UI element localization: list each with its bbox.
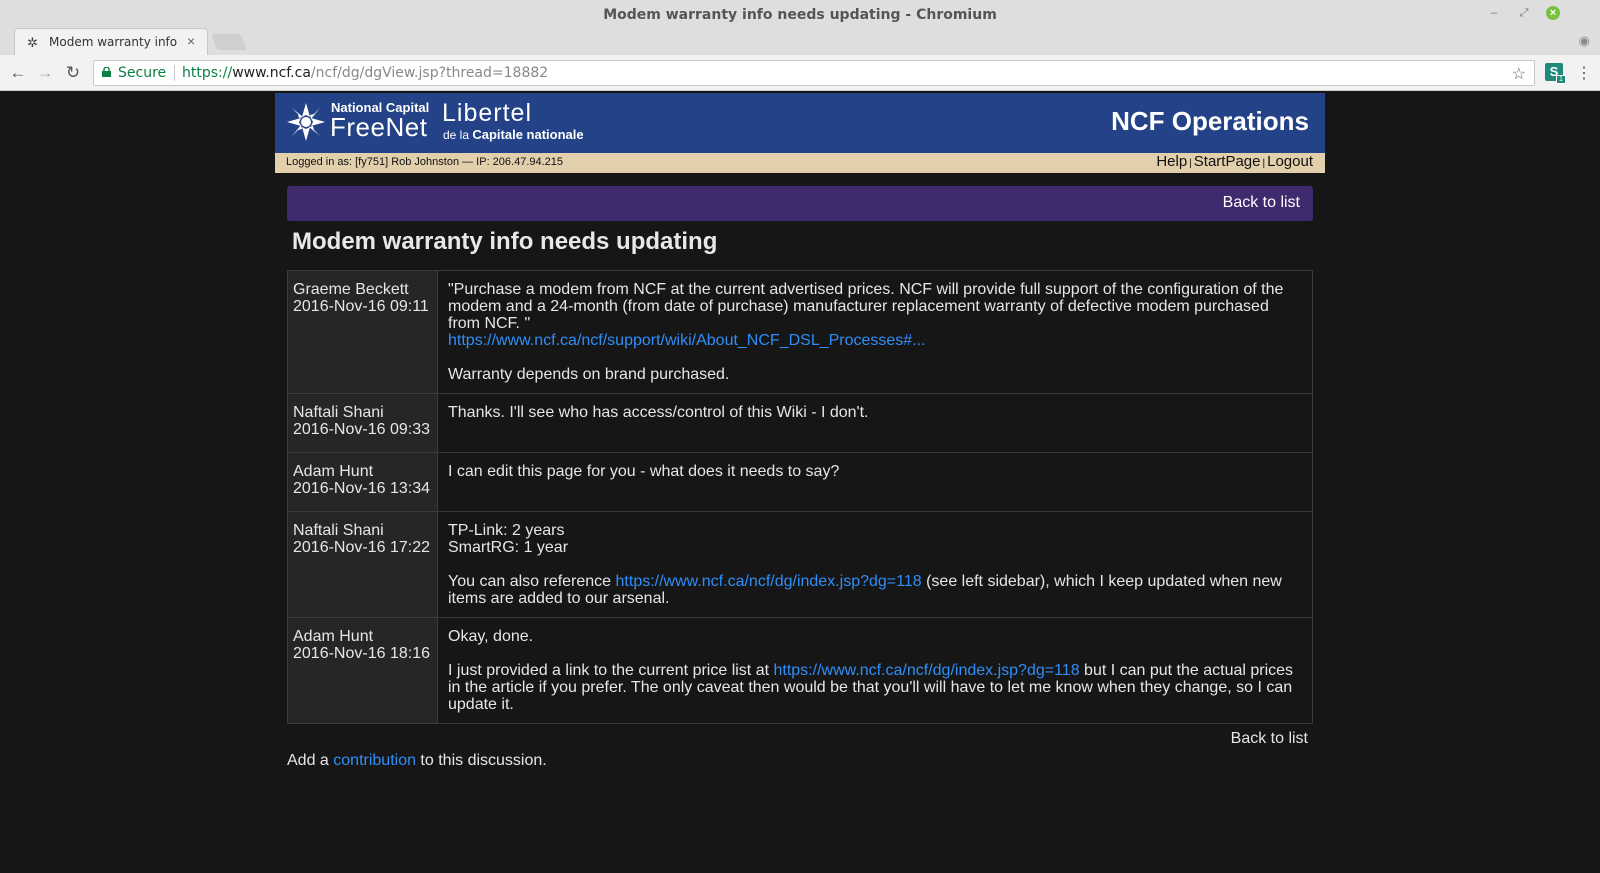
post-text: TP-Link: 2 years SmartRG: 1 year: [448, 522, 1302, 556]
lock-icon: [102, 67, 111, 77]
post-date: 2016-Nov-16 17:22: [293, 539, 430, 556]
new-tab-button[interactable]: [211, 34, 247, 50]
site-banner: National Capital FreeNet Libertel de la …: [275, 93, 1325, 153]
post-text: Warranty depends on brand purchased.: [448, 366, 730, 383]
post-text-pre: I just provided a link to the current pr…: [448, 662, 774, 679]
url-scheme: https://: [182, 65, 233, 81]
post-text: Thanks. I'll see who has access/control …: [448, 404, 869, 421]
bookmark-star-icon[interactable]: ☆: [1512, 64, 1526, 84]
post-date: 2016-Nov-16 13:34: [293, 480, 430, 497]
post-body: Thanks. I'll see who has access/control …: [437, 393, 1313, 453]
logo-libertel-big: Libertel: [442, 99, 532, 127]
add-contribution-line: Add a contribution to this discussion.: [287, 752, 547, 770]
post-text: Okay, done.: [448, 628, 534, 645]
post-author: Naftali Shani: [293, 522, 384, 539]
minimize-icon[interactable]: –: [1487, 6, 1501, 20]
site-title: NCF Operations: [1111, 106, 1309, 136]
link-separator: |: [1189, 158, 1192, 169]
post-quote: "Purchase a modem from NCF at the curren…: [448, 281, 1284, 332]
address-bar[interactable]: Secure https://www.ncf.ca/ncf/dg/dgView.…: [93, 60, 1535, 86]
post-author-cell: Naftali Shani 2016-Nov-16 17:22: [287, 511, 438, 618]
post-text: "Purchase a modem from NCF at the curren…: [448, 281, 1302, 349]
post-text: You can also reference https://www.ncf.c…: [448, 573, 1302, 607]
post-link[interactable]: https://www.ncf.ca/ncf/dg/index.jsp?dg=1…: [616, 573, 922, 590]
post-date: 2016-Nov-16 18:16: [293, 645, 430, 662]
logged-in-info: Logged in as: [fy751] Rob Johnston — IP:…: [286, 156, 564, 168]
maximize-icon[interactable]: ⤢: [1517, 6, 1531, 20]
ncf-favicon-icon: ✲: [27, 35, 38, 50]
back-to-list-bottom-link[interactable]: Back to list: [1231, 730, 1308, 748]
add-text-pre: Add a: [287, 752, 334, 769]
contribution-link[interactable]: contribution: [333, 752, 416, 769]
window-titlebar: Modem warranty info needs updating - Chr…: [0, 0, 1600, 28]
logo-ncf-big: FreeNet: [330, 112, 428, 142]
thread-nav-bar: Back to list: [287, 186, 1313, 221]
window-title: Modem warranty info needs updating - Chr…: [603, 7, 997, 23]
logout-link[interactable]: Logout: [1267, 153, 1313, 170]
post-author: Naftali Shani: [293, 404, 384, 421]
link-separator: |: [1262, 158, 1266, 169]
chrome-menu-icon[interactable]: ⋮: [1576, 63, 1592, 83]
reload-icon[interactable]: ↻: [63, 63, 83, 83]
back-arrow-icon[interactable]: ←: [8, 63, 28, 83]
table-row: Adam Hunt 2016-Nov-16 18:16 Okay, done. …: [287, 617, 1313, 724]
post-text: I just provided a link to the current pr…: [448, 662, 1302, 713]
post-text-pre: You can also reference: [448, 573, 616, 590]
post-author: Adam Hunt: [293, 628, 374, 645]
page-title: Modem warranty info needs updating: [292, 228, 718, 255]
page-content: National Capital FreeNet Libertel de la …: [0, 92, 1600, 873]
table-row: Graeme Beckett 2016-Nov-16 09:11 "Purcha…: [287, 270, 1313, 394]
profile-icon[interactable]: ◉: [1579, 33, 1590, 49]
help-link[interactable]: Help: [1156, 153, 1187, 170]
url-path: /ncf/dg/dgView.jsp?thread=18882: [310, 65, 549, 81]
post-author-cell: Naftali Shani 2016-Nov-16 09:33: [287, 393, 438, 453]
extension-badge: 1: [1556, 75, 1566, 84]
user-bar: Logged in as: [fy751] Rob Johnston — IP:…: [275, 153, 1325, 173]
close-window-icon[interactable]: ×: [1546, 6, 1560, 20]
post-author-cell: Adam Hunt 2016-Nov-16 18:16: [287, 617, 438, 724]
tab-active[interactable]: ✲ Modem warranty info n ×: [14, 28, 208, 55]
forward-arrow-icon[interactable]: →: [35, 63, 55, 83]
post-link[interactable]: https://www.ncf.ca/ncf/dg/index.jsp?dg=1…: [773, 662, 1079, 679]
tab-close-icon[interactable]: ×: [187, 33, 195, 49]
browser-toolbar: ← → ↻ Secure https://www.ncf.ca/ncf/dg/d…: [0, 55, 1600, 91]
table-row: Naftali Shani 2016-Nov-16 17:22 TP-Link:…: [287, 511, 1313, 618]
post-author-cell: Adam Hunt 2016-Nov-16 13:34: [287, 452, 438, 512]
post-text: I can edit this page for you - what does…: [448, 463, 840, 480]
tab-strip: ✲ Modem warranty info n × ◉: [0, 28, 1600, 55]
post-line: SmartRG: 1 year: [448, 539, 569, 556]
post-date: 2016-Nov-16 09:33: [293, 421, 430, 438]
add-text-post: to this discussion.: [415, 752, 547, 769]
secure-label: Secure: [118, 65, 167, 81]
posts-table: Graeme Beckett 2016-Nov-16 09:11 "Purcha…: [287, 270, 1313, 724]
ncf-logo-icon[interactable]: [285, 101, 327, 143]
table-row: Adam Hunt 2016-Nov-16 13:34 I can edit t…: [287, 452, 1313, 512]
post-date: 2016-Nov-16 09:11: [293, 298, 429, 315]
url-text[interactable]: https://www.ncf.ca/ncf/dg/dgView.jsp?thr…: [182, 65, 548, 81]
post-line: TP-Link: 2 years: [448, 522, 565, 539]
post-author: Adam Hunt: [293, 463, 374, 480]
tab-title: Modem warranty info n: [49, 35, 177, 49]
address-separator: [174, 65, 175, 81]
logo-libertel-bold: Capitale nationale: [472, 127, 584, 142]
post-body: I can edit this page for you - what does…: [437, 452, 1313, 512]
user-links: Help | StartPage | Logout: [1156, 153, 1313, 170]
post-link[interactable]: https://www.ncf.ca/ncf/support/wiki/Abou…: [448, 332, 926, 349]
post-author-cell: Graeme Beckett 2016-Nov-16 09:11: [287, 270, 438, 394]
post-body: "Purchase a modem from NCF at the curren…: [437, 270, 1313, 394]
back-to-list-link[interactable]: Back to list: [1223, 194, 1300, 212]
post-body: TP-Link: 2 years SmartRG: 1 year You can …: [437, 511, 1313, 618]
logo-libertel-small: de la Capitale nationale: [443, 127, 584, 142]
startpage-link[interactable]: StartPage: [1194, 153, 1261, 170]
url-host: www.ncf.ca: [232, 65, 311, 81]
table-row: Naftali Shani 2016-Nov-16 09:33 Thanks. …: [287, 393, 1313, 453]
post-author: Graeme Beckett: [293, 281, 409, 298]
post-body: Okay, done. I just provided a link to th…: [437, 617, 1313, 724]
logo-libertel-pre: de la: [443, 128, 470, 142]
